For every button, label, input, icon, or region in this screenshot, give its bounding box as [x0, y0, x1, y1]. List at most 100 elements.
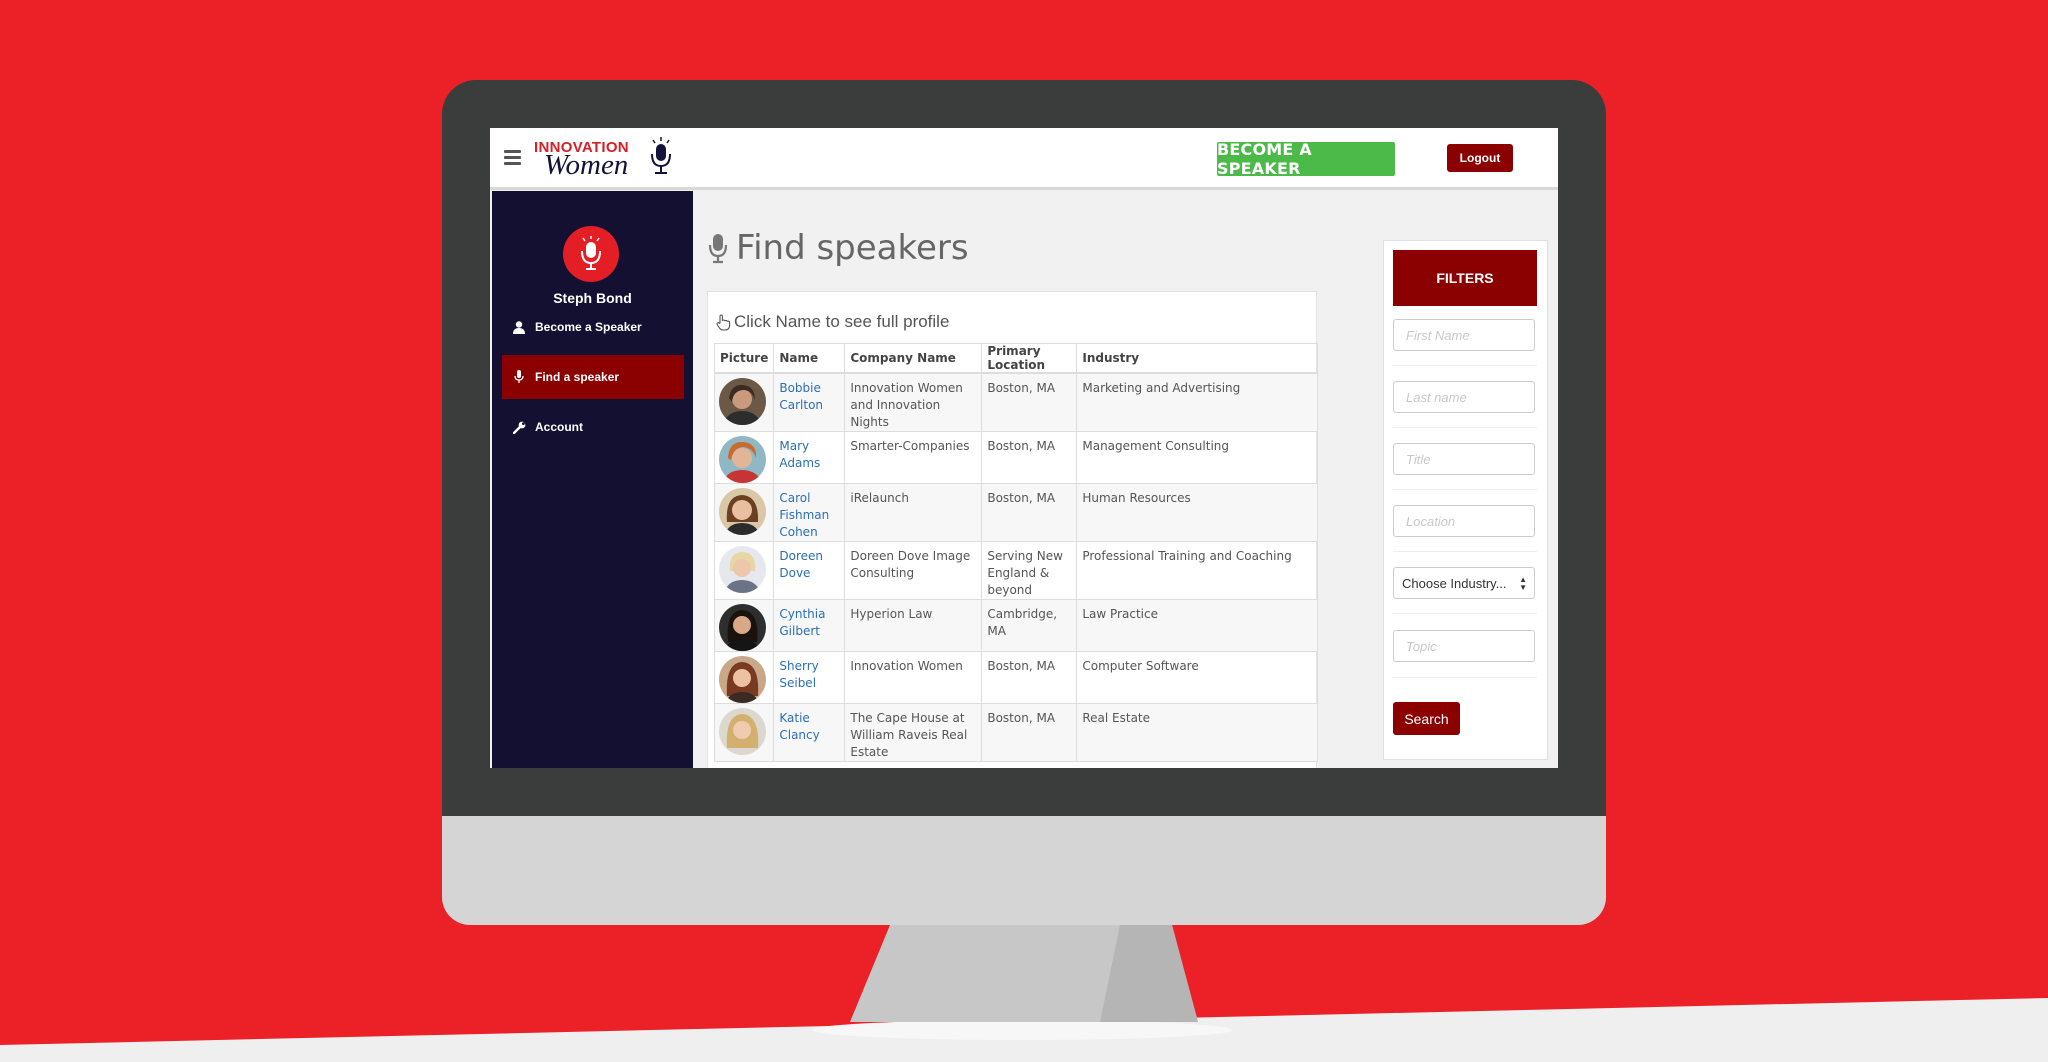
- logo[interactable]: INNOVATION Women: [534, 136, 684, 184]
- speaker-photo[interactable]: [719, 488, 766, 535]
- picture-cell: [713, 431, 775, 484]
- title-input[interactable]: [1393, 443, 1535, 475]
- speaker-photo[interactable]: [719, 546, 766, 593]
- table-row: Carol Fishman Cohen iRelaunch Boston, MA…: [713, 483, 1318, 542]
- speaker-photo[interactable]: [719, 708, 766, 755]
- divider: [1393, 427, 1537, 428]
- column-header[interactable]: Name: [773, 343, 846, 374]
- sidebar-item-label: Find a speaker: [535, 370, 620, 384]
- divider: [1393, 365, 1537, 366]
- table-row: Doreen Dove Doreen Dove Image Consulting…: [713, 541, 1318, 600]
- table-header-row: Picture Name Company Name Primary Locati…: [713, 343, 1318, 374]
- name-cell: Doreen Dove: [773, 541, 846, 600]
- speakers-card: Click Name to see full profile Picture N…: [707, 291, 1318, 768]
- speakers-table: Picture Name Company Name Primary Locati…: [713, 343, 1318, 762]
- picture-cell: [713, 651, 775, 704]
- location-input[interactable]: [1393, 505, 1535, 537]
- last-name-input[interactable]: [1393, 381, 1535, 413]
- sidebar-item-label: Become a Speaker: [535, 320, 642, 334]
- topic-input[interactable]: [1393, 630, 1535, 662]
- speaker-photo[interactable]: [719, 656, 766, 703]
- sidebar-item-label: Account: [535, 420, 583, 434]
- table-row: Sherry Seibel Innovation Women Boston, M…: [713, 651, 1318, 704]
- page-title-row: Find speakers: [708, 226, 969, 270]
- picture-cell: [713, 599, 775, 652]
- speaker-name-link[interactable]: Sherry Seibel: [779, 659, 818, 690]
- hint-row: Click Name to see full profile: [716, 312, 949, 332]
- name-cell: Mary Adams: [773, 431, 846, 484]
- speaker-photo[interactable]: [719, 436, 766, 483]
- column-header[interactable]: Company Name: [844, 343, 983, 374]
- location-cell: Boston, MA: [981, 483, 1078, 542]
- first-name-input[interactable]: [1393, 319, 1535, 351]
- industry-cell: Law Practice: [1076, 599, 1318, 652]
- industry-cell: Human Resources: [1076, 483, 1318, 542]
- speaker-photo[interactable]: [719, 378, 766, 425]
- speaker-name-link[interactable]: Bobbie Carlton: [779, 381, 823, 412]
- industry-select-value: Choose Industry...: [1402, 575, 1507, 591]
- column-header[interactable]: Picture: [713, 343, 775, 374]
- name-cell: Bobbie Carlton: [773, 372, 846, 432]
- column-header[interactable]: Industry: [1076, 343, 1318, 374]
- page-title: Find speakers: [736, 228, 969, 268]
- speaker-name-link[interactable]: Cynthia Gilbert: [779, 607, 825, 638]
- picture-cell: [713, 372, 775, 432]
- industry-select[interactable]: Choose Industry... ▲ ▼: [1393, 567, 1535, 599]
- table-row: Katie Clancy The Cape House at William R…: [713, 703, 1318, 762]
- location-cell: Serving New England & beyond: [981, 541, 1078, 600]
- column-header[interactable]: Primary Location: [981, 343, 1078, 374]
- speaker-name-link[interactable]: Carol Fishman Cohen: [779, 491, 829, 539]
- pointer-hand-icon: [716, 313, 731, 331]
- divider: [1393, 677, 1537, 678]
- sidebar-item-become-a-speaker[interactable]: Become a Speaker: [502, 305, 684, 349]
- company-cell: Smarter-Companies: [844, 431, 983, 484]
- avatar[interactable]: [563, 226, 619, 282]
- select-arrows-icon: ▲ ▼: [1519, 575, 1527, 592]
- name-cell: Katie Clancy: [773, 703, 846, 762]
- microphone-icon: [581, 236, 601, 270]
- user-name: Steph Bond: [553, 290, 632, 306]
- logout-button[interactable]: Logout: [1447, 144, 1513, 172]
- company-cell: Hyperion Law: [844, 599, 983, 652]
- divider: [1393, 551, 1537, 552]
- industry-cell: Marketing and Advertising: [1076, 372, 1318, 432]
- hamburger-menu-icon[interactable]: [504, 150, 521, 165]
- location-cell: Boston, MA: [981, 431, 1078, 484]
- company-cell: Innovation Women: [844, 651, 983, 704]
- name-cell: Carol Fishman Cohen: [773, 483, 846, 542]
- location-cell: Boston, MA: [981, 372, 1078, 432]
- picture-cell: [713, 483, 775, 542]
- name-cell: Sherry Seibel: [773, 651, 846, 704]
- become-a-speaker-button[interactable]: BECOME A SPEAKER: [1217, 140, 1395, 178]
- industry-cell: Professional Training and Coaching: [1076, 541, 1318, 600]
- picture-cell: [713, 541, 775, 600]
- industry-cell: Computer Software: [1076, 651, 1318, 704]
- filters-header: FILTERS: [1393, 250, 1537, 306]
- sidebar: Steph Bond Become a Speaker Find a speak…: [492, 191, 693, 768]
- monitor-chin: [442, 816, 1606, 925]
- location-cell: Boston, MA: [981, 703, 1078, 762]
- sidebar-item-account[interactable]: Account: [502, 405, 684, 449]
- location-cell: Cambridge, MA: [981, 599, 1078, 652]
- table-row: Cynthia Gilbert Hyperion Law Cambridge, …: [713, 599, 1318, 652]
- screen: INNOVATION Women BECOME A SPEAKER Logout: [490, 128, 1558, 768]
- hint-text: Click Name to see full profile: [734, 312, 950, 331]
- speaker-name-link[interactable]: Mary Adams: [779, 439, 820, 470]
- speaker-name-link[interactable]: Doreen Dove: [779, 549, 823, 580]
- top-bar: INNOVATION Women BECOME A SPEAKER Logout: [490, 128, 1558, 190]
- name-cell: Cynthia Gilbert: [773, 599, 846, 652]
- speaker-photo[interactable]: [719, 604, 766, 651]
- company-cell: Doreen Dove Image Consulting: [844, 541, 983, 600]
- user-icon: [512, 320, 526, 334]
- industry-cell: Real Estate: [1076, 703, 1318, 762]
- divider: [1393, 489, 1537, 490]
- wrench-icon: [512, 420, 526, 434]
- industry-cell: Management Consulting: [1076, 431, 1318, 484]
- company-cell: iRelaunch: [844, 483, 983, 542]
- speaker-name-link[interactable]: Katie Clancy: [779, 711, 819, 742]
- microphone-logo-icon: [651, 137, 671, 174]
- search-button[interactable]: Search: [1393, 702, 1460, 735]
- filters-panel: FILTERS Choose Industry... ▲▼ Search: [1383, 240, 1548, 760]
- microphone-icon: [512, 370, 526, 384]
- sidebar-item-find-a-speaker[interactable]: Find a speaker: [502, 355, 684, 399]
